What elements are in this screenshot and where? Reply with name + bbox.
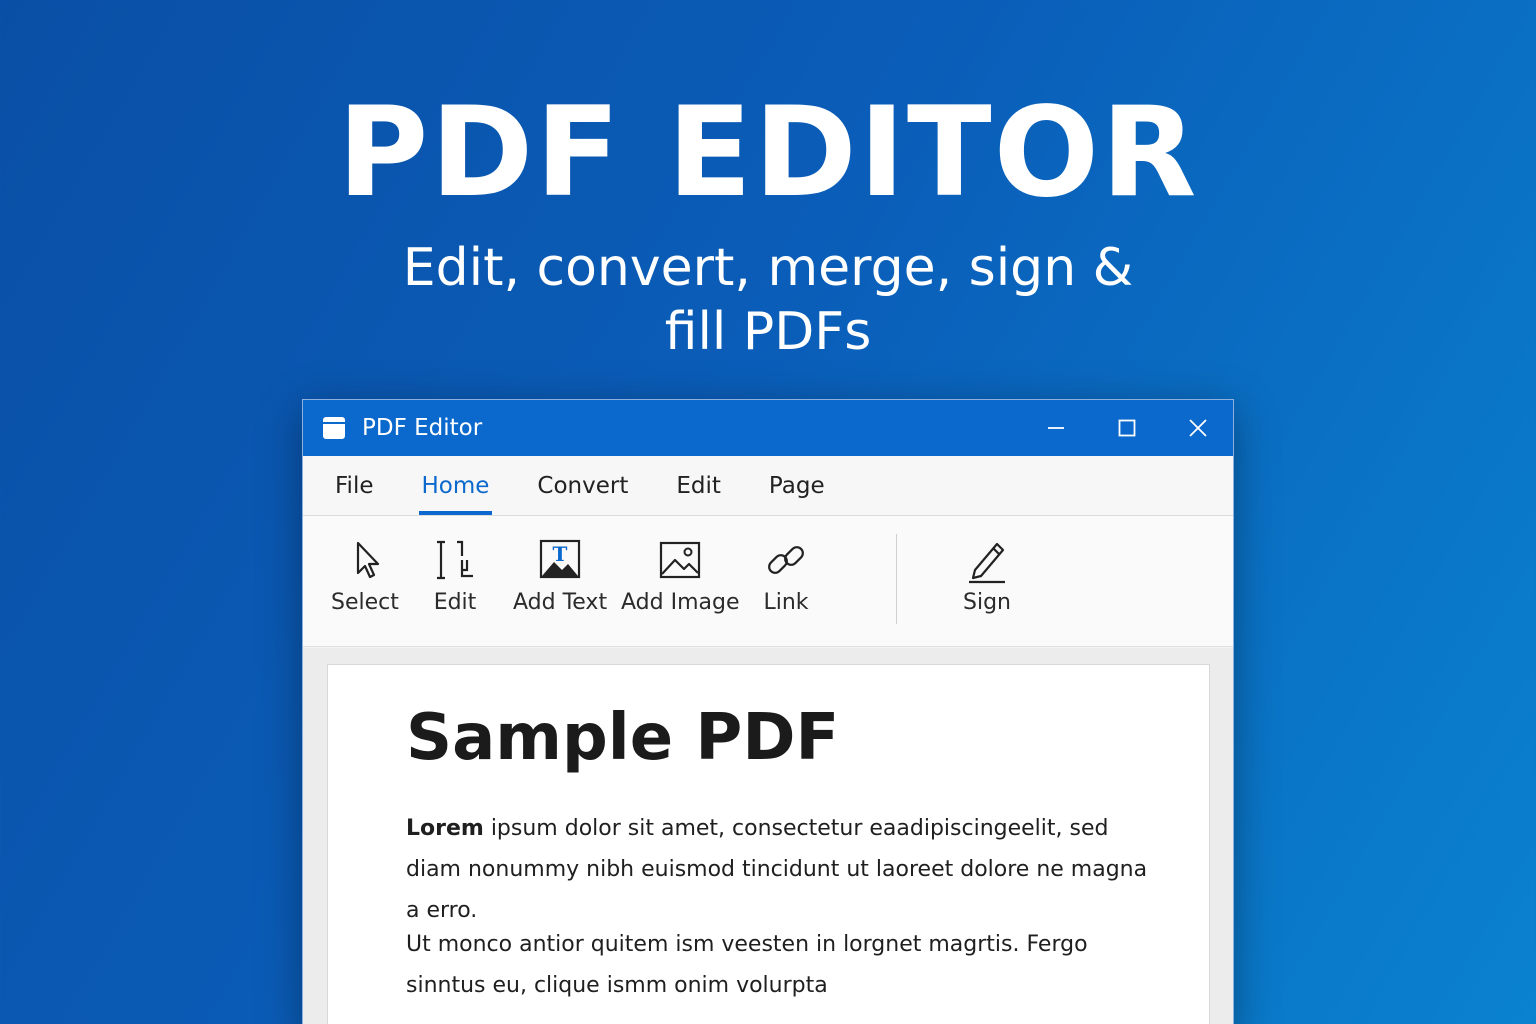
- select-tool-button[interactable]: Select: [331, 536, 399, 615]
- menu-convert[interactable]: Convert: [534, 455, 631, 515]
- document-paragraph-1[interactable]: Lorem ipsum dolor sit amet, consectetur …: [406, 808, 1166, 931]
- sign-tool-button[interactable]: Sign: [963, 536, 1011, 615]
- cursor-icon: [356, 541, 380, 579]
- menu-file[interactable]: File: [332, 455, 377, 515]
- bold-word: Lorem: [406, 816, 484, 841]
- minimize-button[interactable]: [1020, 400, 1091, 456]
- window-title: PDF Editor: [362, 415, 483, 441]
- pen-icon: [969, 542, 1005, 584]
- maximize-icon: [1118, 419, 1135, 437]
- ribbon-separator: [896, 534, 897, 624]
- add-image-tool-button[interactable]: Add Image: [621, 536, 740, 615]
- close-icon: [1188, 419, 1207, 437]
- close-button[interactable]: [1162, 400, 1233, 456]
- tool-label: Select: [331, 590, 399, 615]
- add-text-icon: T: [539, 539, 581, 579]
- menu-edit[interactable]: Edit: [673, 455, 724, 515]
- document-viewport[interactable]: Sample PDF Lorem ipsum dolor sit amet, c…: [303, 648, 1233, 1024]
- document-paragraph-2[interactable]: Ut monco antior quitem ism veesten in lo…: [406, 924, 1166, 1006]
- tool-label: Add Text: [513, 590, 608, 615]
- menu-home[interactable]: Home: [418, 455, 493, 515]
- tool-label: Sign: [963, 590, 1011, 615]
- image-icon: [660, 541, 701, 579]
- pdf-page[interactable]: Sample PDF Lorem ipsum dolor sit amet, c…: [327, 664, 1210, 1024]
- maximize-button[interactable]: [1091, 400, 1162, 456]
- link-icon: [768, 546, 804, 574]
- menu-page[interactable]: Page: [766, 455, 828, 515]
- menu-bar: File Home Convert Edit Page: [303, 456, 1233, 516]
- app-icon: [323, 417, 345, 439]
- window-controls: [1020, 400, 1233, 456]
- hero-title: PDF EDITOR: [337, 81, 1199, 225]
- ribbon-toolbar: Select Edit T Add Text Add Image Link Si…: [303, 516, 1233, 647]
- text-cursor-icon: [437, 540, 473, 580]
- add-text-tool-button[interactable]: T Add Text: [513, 536, 607, 615]
- hero-subtitle: Edit, convert, merge, sign & fill PDFs: [402, 238, 1134, 362]
- link-tool-button[interactable]: Link: [762, 536, 810, 615]
- document-title[interactable]: Sample PDF: [406, 701, 839, 775]
- edit-tool-button[interactable]: Edit: [431, 536, 479, 615]
- tool-label: Edit: [433, 590, 477, 615]
- paragraph-text: ipsum dolor sit amet, consectetur eaadip…: [406, 816, 1148, 923]
- svg-text:T: T: [553, 542, 568, 566]
- minimize-icon: [1047, 427, 1064, 429]
- tool-label: Add Image: [621, 590, 740, 615]
- tool-label: Link: [763, 590, 809, 615]
- title-bar[interactable]: PDF Editor: [303, 400, 1233, 456]
- app-window: PDF Editor File Home Convert Edit Page S…: [302, 399, 1234, 1024]
